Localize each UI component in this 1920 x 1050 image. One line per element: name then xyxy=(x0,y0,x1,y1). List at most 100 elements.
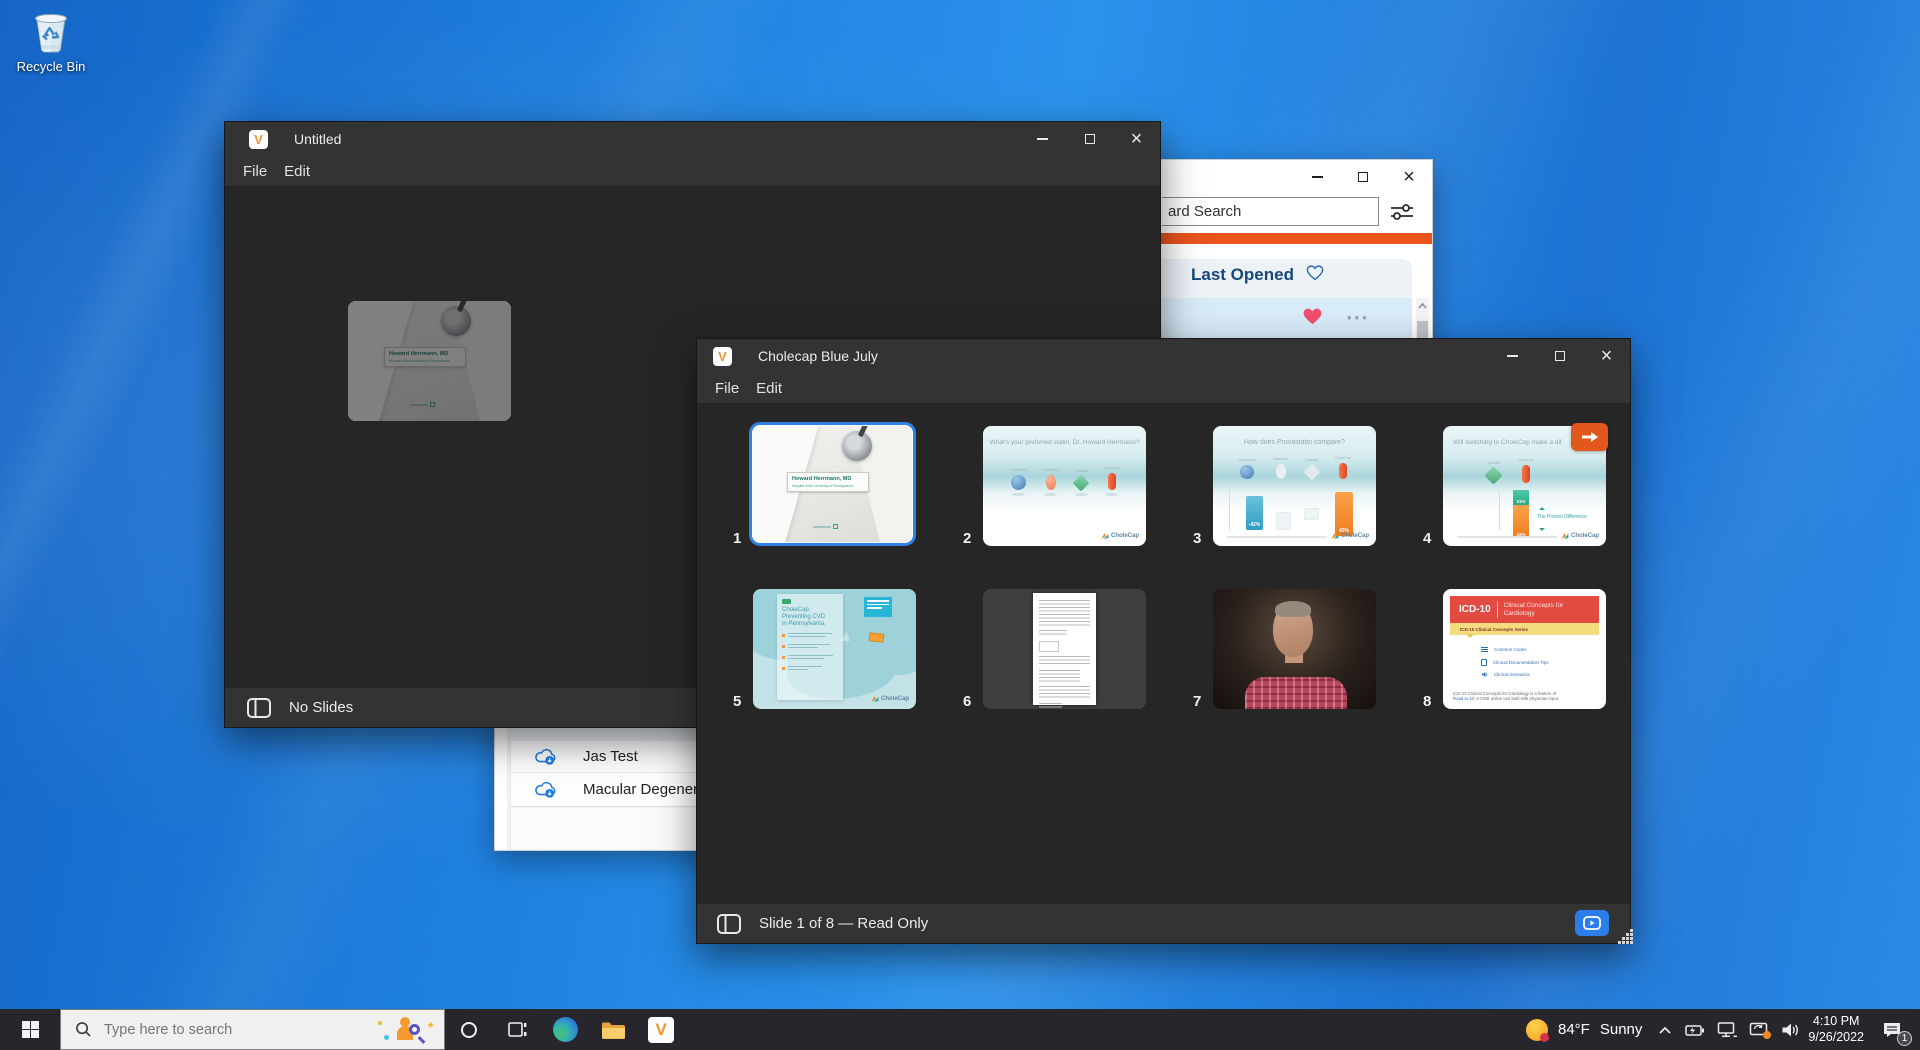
slides-panel-toggle-button[interactable] xyxy=(717,914,741,934)
slide-5-thumbnail[interactable]: CholeCap. Preventing CVD in Pennsylvania… xyxy=(753,589,916,709)
slide-grid: 1 Howard Herrmann, MD Hospital of the Un… xyxy=(697,403,1630,904)
cholecap-close-button[interactable]: × xyxy=(1583,339,1630,373)
cholecap-window: V Cholecap Blue July × File Edit 1 Howar… xyxy=(696,338,1631,944)
weather-temp: 84°F xyxy=(1558,1021,1590,1038)
edge-browser-button[interactable] xyxy=(541,1009,589,1050)
windows-logo-icon xyxy=(22,1021,39,1038)
slides-panel-toggle-button[interactable] xyxy=(247,698,271,718)
scrollbar-up-icon[interactable] xyxy=(1416,300,1429,312)
status-text: Slide 1 of 8 — Read Only xyxy=(759,915,928,932)
list-icon xyxy=(1481,647,1488,652)
slide-number: 1 xyxy=(733,530,741,547)
speaker-face-graphic xyxy=(1273,603,1313,657)
cortana-icon xyxy=(461,1022,477,1038)
cholecap-logo: CholeCap xyxy=(871,695,909,703)
resize-grip[interactable] xyxy=(1617,928,1634,950)
recycle-bin-icon xyxy=(28,8,74,56)
menu-file[interactable]: File xyxy=(243,163,267,180)
taskbar-clock[interactable]: 4:10 PM 9/26/2022 xyxy=(1808,1009,1864,1050)
app-icon: V xyxy=(713,347,732,366)
taskbar-search-box[interactable]: ✦ xyxy=(60,1009,445,1050)
weather-sun-icon xyxy=(1526,1019,1548,1041)
slide-number: 2 xyxy=(963,530,971,547)
cholecap-logo: CholeCap xyxy=(1331,532,1369,540)
slide-8-thumbnail[interactable]: ICD-10 Clinical Concepts for Cardiology … xyxy=(1443,589,1606,709)
library-maximize-button[interactable] xyxy=(1340,160,1386,193)
cortana-button[interactable] xyxy=(445,1009,493,1050)
next-arrow-button[interactable] xyxy=(1571,423,1608,451)
app-icon: V xyxy=(249,130,268,149)
audio-icon xyxy=(1481,671,1488,678)
taskbar-search-input[interactable] xyxy=(102,1021,376,1039)
map-text-panel: CholeCap. Preventing CVD in Pennsylvania… xyxy=(777,594,843,700)
maximize-icon xyxy=(1358,172,1368,182)
tray-chevron-icon[interactable] xyxy=(1658,1025,1672,1035)
cloud-download-icon xyxy=(535,780,557,799)
cholecap-maximize-button[interactable] xyxy=(1536,339,1583,373)
cloud-download-icon xyxy=(535,747,557,766)
favorite-filled-icon[interactable] xyxy=(1301,305,1324,331)
name-badge: Howard Herrmann, MD Hospital of the Univ… xyxy=(384,347,466,367)
search-icon xyxy=(75,1021,92,1038)
vault-app-button[interactable]: V xyxy=(637,1009,685,1050)
cholecap-logo: CholeCap xyxy=(1101,532,1139,540)
slide-thumbnail[interactable]: Howard Herrmann, MD Hospital of the Univ… xyxy=(348,301,511,421)
menu-edit[interactable]: Edit xyxy=(756,380,782,397)
favorite-outline-icon[interactable] xyxy=(1305,263,1325,286)
recycle-bin-shortcut[interactable]: Recycle Bin xyxy=(8,8,94,74)
remote-session-icon[interactable] xyxy=(1749,1021,1769,1038)
menu-file[interactable]: File xyxy=(715,380,739,397)
volume-icon[interactable] xyxy=(1781,1022,1800,1038)
maximize-icon xyxy=(1085,134,1095,144)
tab-last-opened[interactable]: Last Opened xyxy=(1191,265,1294,285)
untitled-maximize-button[interactable] xyxy=(1066,122,1113,156)
map-callout xyxy=(864,597,892,617)
slide-number: 8 xyxy=(1423,693,1431,710)
network-icon[interactable] xyxy=(1717,1021,1737,1038)
slide-number: 5 xyxy=(733,693,741,710)
cholecap-menubar: File Edit xyxy=(697,373,1630,403)
library-search-input[interactable] xyxy=(1162,197,1379,226)
taskbar-weather[interactable]: 84°F Sunny xyxy=(1526,1009,1642,1050)
cholecap-minimize-button[interactable] xyxy=(1489,339,1536,373)
name-badge: Howard Herrmann, MD Hospital of the Univ… xyxy=(787,472,869,492)
folder-icon xyxy=(601,1020,626,1040)
sidebar-icon xyxy=(717,914,741,934)
close-icon: × xyxy=(1601,346,1613,366)
slide-4-thumbnail[interactable]: Will switching to CholeCap make a dif Zo… xyxy=(1443,426,1606,546)
document-page xyxy=(1033,593,1096,705)
minimize-icon xyxy=(1312,176,1323,178)
library-minimize-button[interactable] xyxy=(1294,160,1340,193)
recycle-bin-label: Recycle Bin xyxy=(8,59,94,74)
untitled-close-button[interactable]: × xyxy=(1113,122,1160,156)
slide-7-thumbnail[interactable] xyxy=(1213,589,1376,709)
untitled-minimize-button[interactable] xyxy=(1019,122,1066,156)
search-highlights-graphic[interactable]: ✦ xyxy=(376,1015,438,1045)
library-close-button[interactable]: × xyxy=(1386,160,1432,193)
notification-badge: 1 xyxy=(1897,1031,1912,1046)
battery-icon[interactable] xyxy=(1684,1022,1705,1038)
slide-2-thumbnail[interactable]: What's your preferred statin, Dr. Howard… xyxy=(983,426,1146,546)
slide-6-thumbnail[interactable] xyxy=(983,589,1146,709)
icd-header: ICD-10 Clinical Concepts for Cardiology xyxy=(1450,596,1599,623)
cholecap-logo: CholeCap xyxy=(1561,532,1599,540)
sparkle-icon: ✦ xyxy=(426,1019,435,1032)
slide-1-thumbnail-selected[interactable]: Howard Herrmann, MD Hospital of the Univ… xyxy=(749,422,916,546)
cholecap-statusbar: Slide 1 of 8 — Read Only xyxy=(697,904,1630,943)
present-button[interactable] xyxy=(1575,910,1609,936)
document-icon xyxy=(1481,659,1487,666)
action-center-button[interactable]: 1 xyxy=(1864,1009,1920,1050)
filter-icon[interactable] xyxy=(1389,203,1415,226)
icd-series-band: ICD-10 Clinical Concepts Series xyxy=(1450,623,1599,635)
clock-time: 4:10 PM xyxy=(1813,1014,1860,1030)
menu-edit[interactable]: Edit xyxy=(284,163,310,180)
speaker-shirt-graphic xyxy=(1245,677,1347,709)
file-explorer-button[interactable] xyxy=(589,1009,637,1050)
close-icon: × xyxy=(1131,129,1143,149)
task-view-button[interactable] xyxy=(493,1009,541,1050)
slide-number: 6 xyxy=(963,693,971,710)
more-options-button[interactable]: ••• xyxy=(1347,310,1370,325)
slide-3-thumbnail[interactable]: How does Provastatin compare? Pravastati… xyxy=(1213,426,1376,546)
start-button[interactable] xyxy=(0,1009,60,1050)
list-item-label: Macular Degenera xyxy=(583,781,706,798)
